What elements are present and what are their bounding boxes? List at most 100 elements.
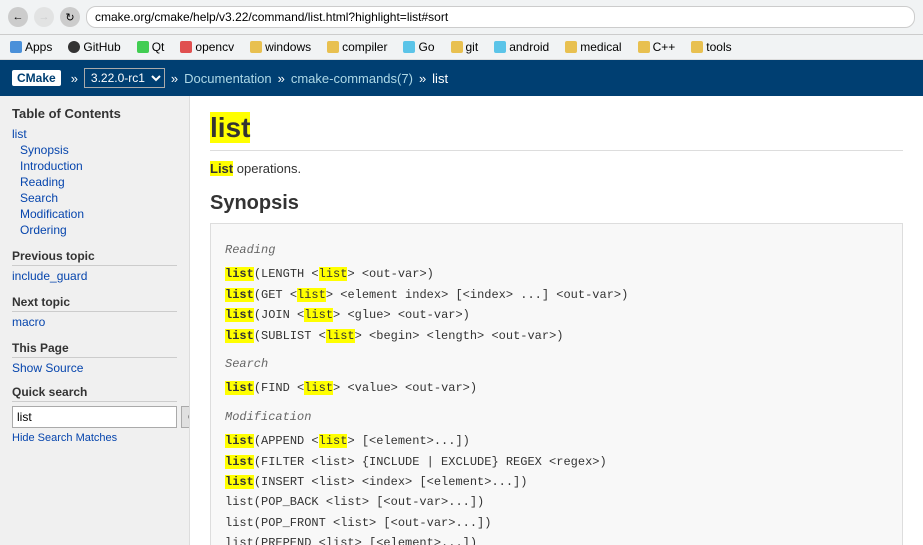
code-line-reading-3: list(JOIN <list> <glue> <out-var>) — [225, 305, 888, 325]
bookmark-medical[interactable]: medical — [561, 38, 625, 56]
prev-topic-section: Previous topic include_guard — [12, 249, 177, 283]
github-icon — [68, 41, 80, 53]
toc-search[interactable]: Search — [20, 191, 58, 205]
bookmark-opencv[interactable]: opencv — [176, 38, 238, 56]
bookmark-compiler-label: compiler — [342, 40, 387, 54]
breadcrumb-sep2: » — [171, 71, 178, 86]
bookmark-git-label: git — [466, 40, 479, 54]
search-heading: Quick search — [12, 385, 177, 402]
kw-list-7: list — [225, 455, 254, 469]
search-row: Go — [12, 406, 177, 428]
version-select[interactable]: 3.22.0-rc1 — [84, 68, 165, 88]
toc-synopsis[interactable]: Synopsis — [20, 143, 69, 157]
code-line-mod-1: list(APPEND <list> [<element>...]) — [225, 431, 888, 451]
search-section: Quick search Go Hide Search Matches — [12, 385, 177, 444]
bookmark-windows[interactable]: windows — [246, 38, 315, 56]
bookmark-windows-label: windows — [265, 40, 311, 54]
intro-text: List operations. — [210, 161, 903, 176]
breadcrumb-page: list — [432, 71, 448, 86]
compiler-icon — [327, 41, 339, 53]
title-highlight: list — [210, 112, 250, 143]
bookmark-compiler[interactable]: compiler — [323, 38, 391, 56]
bookmark-cpp-label: C++ — [653, 40, 676, 54]
this-page-section: This Page Show Source — [12, 341, 177, 375]
code-block-main: Reading list(LENGTH <list> <out-var>) li… — [210, 223, 903, 545]
search-label: Search — [225, 354, 888, 374]
breadcrumb-sep3: » — [278, 71, 285, 86]
kw-list-1: list — [225, 267, 254, 281]
toc-ordering[interactable]: Ordering — [20, 223, 67, 237]
bookmark-github[interactable]: GitHub — [64, 38, 124, 56]
code-line-reading-2: list(GET <list> <element index> [<index>… — [225, 285, 888, 305]
show-source-link[interactable]: Show Source — [12, 361, 177, 375]
go-icon — [403, 41, 415, 53]
hide-search-link[interactable]: Hide Search Matches — [12, 432, 177, 444]
bookmark-cpp[interactable]: C++ — [634, 38, 680, 56]
intro-rest: operations. — [237, 161, 301, 176]
breadcrumb-commands-link[interactable]: cmake-commands(7) — [291, 71, 413, 86]
toc-introduction[interactable]: Introduction — [20, 159, 83, 173]
next-topic-heading: Next topic — [12, 295, 177, 312]
bookmark-medical-label: medical — [580, 40, 621, 54]
code-line-mod-6: list(PREPEND <list> [<element>...]) — [225, 533, 888, 545]
bookmark-qt[interactable]: Qt — [133, 38, 169, 56]
search-go-button[interactable]: Go — [181, 406, 190, 428]
bookmark-android[interactable]: android — [490, 38, 553, 56]
apps-icon — [10, 41, 22, 53]
medical-icon — [565, 41, 577, 53]
page-breadcrumb-bar: CMake » 3.22.0-rc1 » Documentation » cma… — [0, 60, 923, 96]
modification-label: Modification — [225, 407, 888, 427]
windows-icon — [250, 41, 262, 53]
kw-list-6: list — [225, 434, 254, 448]
page-title: list — [210, 112, 903, 151]
bookmark-apps-label: Apps — [25, 40, 52, 54]
kw-list-5: list — [225, 381, 254, 395]
bookmark-tools-label: tools — [706, 40, 731, 54]
tools-icon — [691, 41, 703, 53]
address-bar[interactable] — [86, 6, 915, 28]
toc-reading[interactable]: Reading — [20, 175, 65, 189]
kw-list-8: list — [225, 475, 254, 489]
bookmark-github-label: GitHub — [83, 40, 120, 54]
prev-topic-link[interactable]: include_guard — [12, 269, 177, 283]
toc-list: Synopsis Introduction Reading Search Mod… — [20, 143, 177, 237]
opencv-icon — [180, 41, 192, 53]
bookmarks-bar: Apps GitHub Qt opencv windows compiler G… — [0, 35, 923, 60]
bookmark-go[interactable]: Go — [399, 38, 438, 56]
toc-modification[interactable]: Modification — [20, 207, 84, 221]
android-icon — [494, 41, 506, 53]
search-input[interactable] — [12, 406, 177, 428]
prev-topic-heading: Previous topic — [12, 249, 177, 266]
forward-button[interactable]: → — [34, 7, 54, 27]
code-line-reading-1: list(LENGTH <list> <out-var>) — [225, 264, 888, 284]
code-line-mod-3: list(INSERT <list> <index> [<element>...… — [225, 472, 888, 492]
git-icon — [451, 41, 463, 53]
bookmark-apps[interactable]: Apps — [6, 38, 56, 56]
breadcrumb-sep1: » — [71, 71, 78, 86]
toc-main-link[interactable]: list — [12, 127, 27, 141]
cmake-logo: CMake — [12, 70, 61, 86]
breadcrumb-sep4: » — [419, 71, 426, 86]
main-layout: Table of Contents list Synopsis Introduc… — [0, 96, 923, 545]
next-topic-link[interactable]: macro — [12, 315, 177, 329]
bookmark-git[interactable]: git — [447, 38, 483, 56]
bookmark-opencv-label: opencv — [195, 40, 234, 54]
list-highlight-intro: List — [210, 161, 233, 176]
bookmark-android-label: android — [509, 40, 549, 54]
reload-button[interactable]: ↻ — [60, 7, 80, 27]
kw-list-4: list — [225, 329, 254, 343]
toc-heading: Table of Contents — [12, 106, 177, 121]
bookmark-tools[interactable]: tools — [687, 38, 735, 56]
code-line-mod-2: list(FILTER <list> {INCLUDE | EXCLUDE} R… — [225, 452, 888, 472]
code-line-search-1: list(FIND <list> <value> <out-var>) — [225, 378, 888, 398]
code-line-reading-4: list(SUBLIST <list> <begin> <length> <ou… — [225, 326, 888, 346]
qt-icon — [137, 41, 149, 53]
browser-bar: ← → ↻ — [0, 0, 923, 35]
bookmark-qt-label: Qt — [152, 40, 165, 54]
back-button[interactable]: ← — [8, 7, 28, 27]
code-line-mod-4: list(POP_BACK <list> [<out-var>...]) — [225, 492, 888, 512]
code-line-mod-5: list(POP_FRONT <list> [<out-var>...]) — [225, 513, 888, 533]
reading-label: Reading — [225, 240, 888, 260]
breadcrumb-docs-link[interactable]: Documentation — [184, 71, 271, 86]
next-topic-section: Next topic macro — [12, 295, 177, 329]
